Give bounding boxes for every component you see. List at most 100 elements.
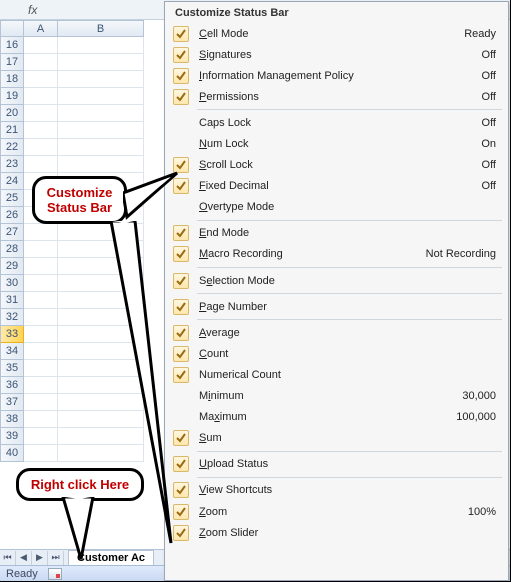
menu-item-label: Information Management Policy — [199, 70, 482, 82]
cell[interactable] — [24, 445, 58, 462]
cell[interactable] — [24, 224, 58, 241]
cell[interactable] — [24, 88, 58, 105]
menu-item[interactable]: Caps LockOff — [171, 112, 502, 133]
menu-item[interactable]: PermissionsOff — [171, 86, 502, 107]
menu-item[interactable]: Macro RecordingNot Recording — [171, 244, 502, 265]
menu-item[interactable]: Selection Mode — [171, 270, 502, 291]
row-header[interactable]: 17 — [0, 54, 24, 71]
cell[interactable] — [24, 326, 58, 343]
cell[interactable] — [24, 292, 58, 309]
menu-item[interactable]: Zoom Slider — [171, 522, 502, 543]
cell[interactable] — [24, 156, 58, 173]
col-header-A[interactable]: A — [24, 20, 58, 37]
row-header[interactable]: 33 — [0, 326, 24, 343]
menu-item[interactable]: Num LockOn — [171, 133, 502, 154]
row-header[interactable]: 27 — [0, 224, 24, 241]
row-header[interactable]: 24 — [0, 173, 24, 190]
menu-item[interactable]: Overtype Mode — [171, 197, 502, 218]
cell[interactable] — [24, 309, 58, 326]
row-header[interactable]: 31 — [0, 292, 24, 309]
cell[interactable] — [24, 37, 58, 54]
cell[interactable] — [58, 54, 144, 71]
cell[interactable] — [24, 394, 58, 411]
row-header[interactable]: 20 — [0, 105, 24, 122]
cell[interactable] — [24, 411, 58, 428]
menu-item[interactable]: Maximum100,000 — [171, 407, 502, 428]
cell[interactable] — [24, 360, 58, 377]
cell[interactable] — [24, 139, 58, 156]
menu-item-value: 100,000 — [456, 411, 498, 423]
menu-item[interactable]: Scroll LockOff — [171, 155, 502, 176]
menu-item[interactable]: Fixed DecimalOff — [171, 176, 502, 197]
cell[interactable] — [24, 377, 58, 394]
menu-item[interactable]: Information Management PolicyOff — [171, 65, 502, 86]
menu-item-value: Off — [482, 91, 498, 103]
customize-status-bar-menu[interactable]: Customize Status Bar Cell ModeReadySigna… — [164, 1, 509, 581]
menu-item[interactable]: Sum — [171, 428, 502, 449]
menu-separator — [197, 293, 502, 294]
cell[interactable] — [24, 122, 58, 139]
row-header[interactable]: 36 — [0, 377, 24, 394]
menu-item[interactable]: Numerical Count — [171, 364, 502, 385]
cell[interactable] — [58, 71, 144, 88]
cell[interactable] — [24, 71, 58, 88]
row-header[interactable]: 28 — [0, 241, 24, 258]
menu-item-label: Maximum — [199, 411, 456, 423]
row-header[interactable]: 16 — [0, 37, 24, 54]
row-header[interactable]: 22 — [0, 139, 24, 156]
cell[interactable] — [58, 105, 144, 122]
menu-item[interactable]: View Shortcuts — [171, 480, 502, 501]
row-header[interactable]: 34 — [0, 343, 24, 360]
cell[interactable] — [24, 343, 58, 360]
cell[interactable] — [24, 258, 58, 275]
macro-record-icon[interactable] — [48, 568, 62, 580]
cell[interactable] — [58, 139, 144, 156]
menu-item[interactable]: Minimum30,000 — [171, 386, 502, 407]
cell[interactable] — [24, 275, 58, 292]
menu-item-label: Num Lock — [199, 138, 481, 150]
menu-item-label: Zoom Slider — [199, 527, 496, 539]
row-header[interactable]: 29 — [0, 258, 24, 275]
row-header[interactable]: 30 — [0, 275, 24, 292]
menu-item[interactable]: Cell ModeReady — [171, 23, 502, 44]
cell[interactable] — [24, 428, 58, 445]
menu-item-value: On — [481, 138, 498, 150]
row-header[interactable]: 25 — [0, 190, 24, 207]
cell[interactable] — [58, 122, 144, 139]
row-header[interactable]: 39 — [0, 428, 24, 445]
menu-item-label: Sum — [199, 432, 496, 444]
menu-item-label: Caps Lock — [199, 117, 482, 129]
menu-item[interactable]: SignaturesOff — [171, 44, 502, 65]
menu-separator — [197, 477, 502, 478]
menu-item[interactable]: Average — [171, 322, 502, 343]
nav-next-icon[interactable]: ▶ — [32, 551, 48, 565]
row-header[interactable]: 38 — [0, 411, 24, 428]
nav-first-icon[interactable]: ⏮ — [0, 551, 16, 565]
cell[interactable] — [58, 88, 144, 105]
select-all-corner[interactable] — [0, 20, 24, 37]
menu-item[interactable]: Upload Status — [171, 454, 502, 475]
row-header[interactable]: 37 — [0, 394, 24, 411]
menu-item[interactable]: Page Number — [171, 296, 502, 317]
col-header-B[interactable]: B — [58, 20, 144, 37]
cell[interactable] — [58, 37, 144, 54]
menu-item[interactable]: End Mode — [171, 223, 502, 244]
row-header[interactable]: 32 — [0, 309, 24, 326]
cell[interactable] — [24, 241, 58, 258]
row-header[interactable]: 23 — [0, 156, 24, 173]
nav-prev-icon[interactable]: ◀ — [16, 551, 32, 565]
row-header[interactable]: 40 — [0, 445, 24, 462]
cell[interactable] — [24, 105, 58, 122]
cell[interactable] — [24, 54, 58, 71]
menu-item[interactable]: Count — [171, 343, 502, 364]
row-header[interactable]: 18 — [0, 71, 24, 88]
row-header[interactable]: 26 — [0, 207, 24, 224]
fx-label: fx — [28, 3, 37, 17]
menu-item[interactable]: Zoom100% — [171, 501, 502, 522]
menu-item-label: Page Number — [199, 301, 496, 313]
row-header[interactable]: 21 — [0, 122, 24, 139]
menu-item-label: Numerical Count — [199, 369, 496, 381]
row-header[interactable]: 35 — [0, 360, 24, 377]
menu-item-label: Count — [199, 348, 496, 360]
row-header[interactable]: 19 — [0, 88, 24, 105]
